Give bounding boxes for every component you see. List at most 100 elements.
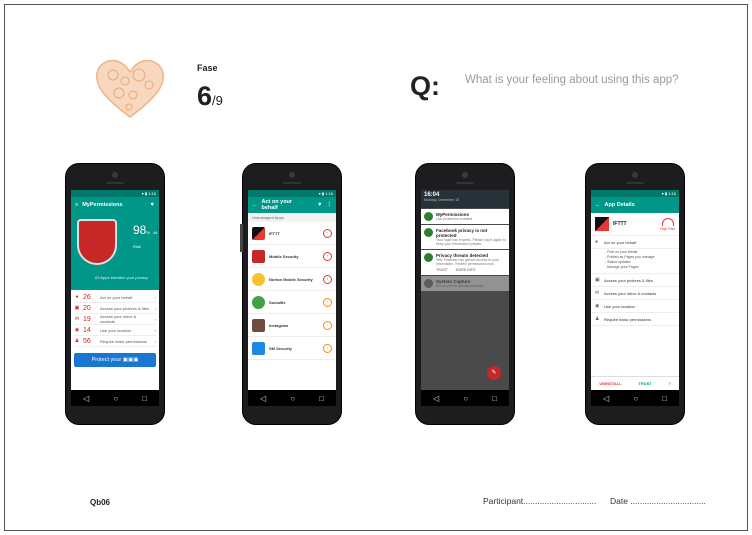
help-icon[interactable]: ? [668, 381, 670, 386]
score-hero: 98% At Risk 63 Apps threaten your privac… [71, 213, 159, 290]
app-row[interactable]: Instagram! [248, 314, 336, 337]
uninstall-button[interactable]: UNINSTALL [599, 381, 621, 386]
date: Monday, December 15 [424, 198, 460, 202]
person-icon: ♟ [74, 338, 80, 344]
notification-item[interactable]: MyPermissions Live protection enabled [421, 209, 509, 224]
bullet-item: Publish as Pages you manage [607, 255, 655, 259]
heart-logo [95, 59, 165, 118]
perm-item-location[interactable]: ◉ 14 Use your location › [74, 325, 156, 336]
notif-desc: Ru.sm phone activity recorded [436, 284, 484, 288]
recents-icon[interactable]: □ [492, 394, 497, 403]
edit-fab-icon[interactable]: ✎ [487, 366, 501, 380]
ifttt-icon [595, 217, 609, 231]
notif-desc: WW Pinterest has gained access to your i… [436, 258, 500, 266]
risk-label: High Risk [660, 226, 675, 231]
apps-threat-line: 63 Apps threaten your privacy [95, 275, 148, 280]
back-arrow-icon[interactable]: ← [595, 202, 601, 208]
perm-row-inbox[interactable]: ✉ Access your inbox & contacts [591, 287, 679, 300]
permission-list: ● 26 Act on your behalf › ▣ 20 Access your pi… [71, 290, 159, 349]
notification-item[interactable]: Facebook privacy is not protected Your lo… [421, 225, 509, 249]
chevron-right-icon: › [154, 338, 156, 344]
more-info-action[interactable]: MORE INFO [456, 268, 476, 272]
perm-row-act[interactable]: ● Act on your behalf [591, 236, 679, 249]
trust-button[interactable]: TRUST [638, 381, 651, 386]
act-bullets: - Post on your behalf - Publish as Pages… [591, 249, 679, 274]
notification-item[interactable]: Privacy threats detected WW Pinterest has… [421, 250, 509, 275]
recents-icon[interactable]: □ [319, 394, 324, 403]
back-icon[interactable]: ◁ [433, 394, 439, 403]
perm-row-basic[interactable]: ♟ Require basic permissions [591, 313, 679, 326]
perm-label: Act on your behalf [100, 294, 133, 300]
recents-icon[interactable]: □ [662, 394, 667, 403]
app-name: IFTTT [269, 230, 280, 236]
protect-label: Protect your [91, 357, 122, 363]
step-counter: 6/9 [197, 81, 223, 112]
notification-item[interactable]: System Capture Ru.sm phone activity recor… [421, 276, 509, 291]
shield-icon [424, 253, 433, 262]
more-icon[interactable]: ⋮ [327, 202, 333, 208]
risk-gauge-icon: ! [323, 274, 332, 284]
form-code: Qb06 [90, 498, 111, 507]
home-icon[interactable]: ○ [463, 394, 468, 403]
perm-item-basic[interactable]: ♟ 56 Require basic permissions › [74, 336, 156, 347]
q-label: Q: [410, 71, 440, 101]
camera [632, 172, 638, 178]
perm-row-location[interactable]: ◉ Use your location [591, 300, 679, 313]
app-row[interactable]: IFTTT! [248, 222, 336, 245]
participant-field[interactable]: Participant.............................… [483, 496, 596, 506]
app-name: Socialfix [269, 299, 286, 305]
location-icon: ◉ [74, 327, 80, 333]
risk-gauge-icon: ! [323, 251, 332, 261]
back-icon[interactable]: ◁ [260, 394, 266, 403]
image-icon: ▣ [595, 277, 600, 283]
social-icons: ▣▣▣ [122, 357, 139, 363]
camera [289, 172, 295, 178]
status-bar: ▾ ▮ 1:16 [248, 190, 336, 197]
status-bar: ▾ ▮ 1:16 [71, 190, 159, 197]
trust-action[interactable]: TRUST [436, 268, 448, 272]
app-row[interactable]: SM Security! [248, 337, 336, 360]
screen-app-details: ▾ ▮ 1:16 ← App Details IFTTT High Risk ●… [591, 190, 679, 390]
back-icon[interactable]: ◁ [83, 394, 89, 403]
mail-icon: ✉ [595, 290, 600, 296]
home-icon[interactable]: ○ [633, 394, 638, 403]
app-icon [424, 279, 433, 288]
perm-label: Require basic permissions [604, 316, 651, 322]
back-arrow-icon[interactable]: ← [252, 202, 258, 208]
mail-icon: ✉ [74, 316, 80, 322]
filter-icon[interactable]: ▼ [150, 202, 155, 208]
screen-dashboard: ▾ ▮ 1:16 ≡ MyPermissions ▼ 98% At Risk 6… [71, 190, 159, 390]
home-icon[interactable]: ○ [113, 394, 118, 403]
perm-label: Use your location [604, 303, 635, 309]
perm-item-act[interactable]: ● 26 Act on your behalf › [74, 292, 156, 303]
perm-label: Access your pictures & files [604, 277, 653, 283]
app-row[interactable]: Norton Mobile Security! [248, 268, 336, 291]
recents-icon[interactable]: □ [142, 394, 147, 403]
phase-label: Fase [197, 63, 218, 73]
perm-item-pictures[interactable]: ▣ 20 Access your pictures & files › [74, 303, 156, 314]
app-row[interactable]: Socialfix! [248, 291, 336, 314]
socialfix-icon [252, 295, 265, 309]
notif-title: Facebook privacy is not protected [436, 228, 488, 238]
protect-button[interactable]: Protect your ▣▣▣ [74, 353, 156, 367]
risk-gauge-icon: ! [323, 320, 332, 330]
risk-gauge-icon: ! [323, 228, 332, 238]
action-bar: UNINSTALL TRUST ? [591, 376, 679, 390]
app-bar: ≡ MyPermissions ▼ [71, 197, 159, 213]
perm-label: Use your location [100, 327, 131, 333]
instagram-icon [252, 318, 265, 332]
mobile-security-icon [252, 249, 265, 263]
chevron-right-icon: › [154, 316, 156, 322]
ifttt-icon [252, 226, 265, 240]
app-bar: ← App Details [591, 197, 679, 213]
date-field[interactable]: Date ................................ [610, 496, 706, 506]
home-icon[interactable]: ○ [290, 394, 295, 403]
app-row[interactable]: Mobile Security! [248, 245, 336, 268]
nav-bar: ◁ ○ □ [421, 390, 509, 406]
speaker [456, 182, 474, 184]
menu-icon[interactable]: ≡ [75, 202, 78, 208]
perm-item-inbox[interactable]: ✉ 19 Access your inbox & contacts › [74, 314, 156, 325]
perm-row-pictures[interactable]: ▣ Access your pictures & files [591, 274, 679, 287]
filter-icon[interactable]: ▼ [317, 202, 322, 208]
back-icon[interactable]: ◁ [603, 394, 609, 403]
